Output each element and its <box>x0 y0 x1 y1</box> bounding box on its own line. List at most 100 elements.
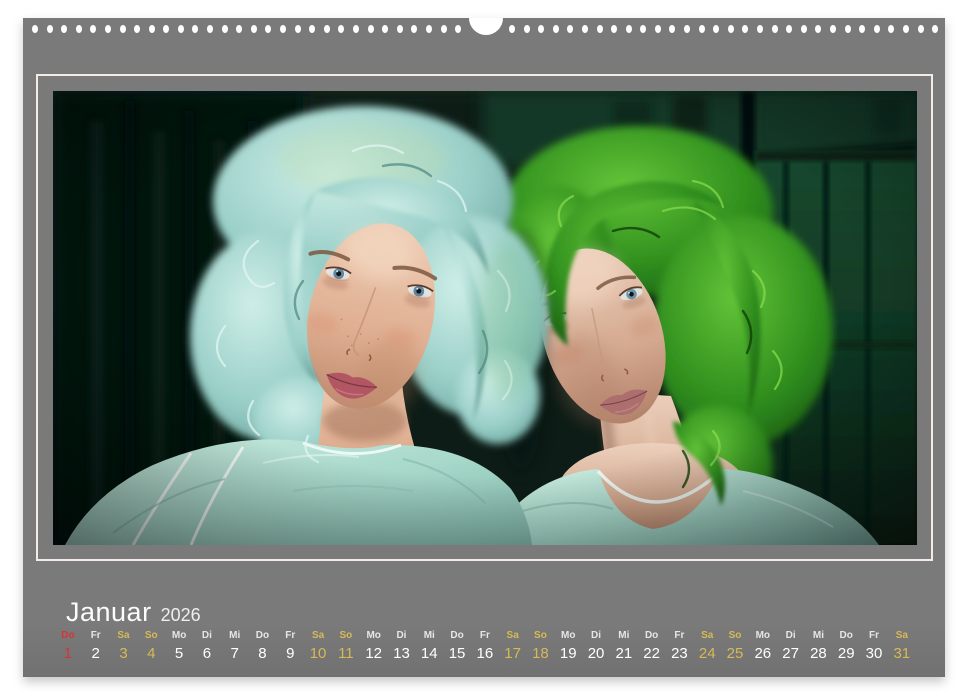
weekday-abbr: Mi <box>610 629 638 642</box>
day-number: 1 <box>54 645 82 663</box>
day-number: 21 <box>610 645 638 663</box>
weekday-abbr: Di <box>777 629 805 642</box>
binding-hole <box>757 25 763 33</box>
binding-hole <box>874 25 880 33</box>
weekday-abbr: Do <box>249 629 277 642</box>
calendar-day: Sa 3 <box>110 629 138 663</box>
calendar-day: Sa31 <box>888 629 916 663</box>
weekday-abbr: Fr <box>276 629 304 642</box>
binding-hole <box>192 25 198 33</box>
month-name: Januar <box>66 597 152 627</box>
weekday-abbr: Fr <box>471 629 499 642</box>
day-number: 12 <box>360 645 388 663</box>
binding-hole <box>338 25 344 33</box>
binding-hole <box>859 25 865 33</box>
binding-hole <box>699 25 705 33</box>
binding-hole <box>626 25 632 33</box>
binding-hole <box>742 25 748 33</box>
weekday-abbr: Sa <box>888 629 916 642</box>
calendar-day: Mo5 <box>165 629 193 663</box>
binding-hole <box>669 25 675 33</box>
binding-hole <box>582 25 588 33</box>
binding-hole <box>295 25 301 33</box>
day-number: 30 <box>860 645 888 663</box>
binding-hole <box>61 25 67 33</box>
binding-hole <box>918 25 924 33</box>
calendar-day: Mi28 <box>805 629 833 663</box>
weekday-abbr: Fr <box>860 629 888 642</box>
binding-hole <box>353 25 359 33</box>
binding-hole <box>236 25 242 33</box>
binding-hole <box>728 25 734 33</box>
calendar-day: Fr2 <box>82 629 110 663</box>
binding-hole <box>455 25 461 33</box>
day-number: 24 <box>693 645 721 663</box>
binding-hole <box>441 25 447 33</box>
day-number: 2 <box>82 645 110 663</box>
day-number: 20 <box>582 645 610 663</box>
binding-hole <box>509 25 515 33</box>
binding-hole <box>280 25 286 33</box>
day-number: 19 <box>554 645 582 663</box>
binding-hole <box>932 25 938 33</box>
binding-hole <box>553 25 559 33</box>
binding-hole <box>134 25 140 33</box>
binding-hole <box>567 25 573 33</box>
calendar-page: Januar2026 Do1Fr2Sa3So4Mo5Di6Mi7Do8Fr9Sa… <box>23 18 945 677</box>
binding-hole <box>786 25 792 33</box>
calendar-day: Mo19 <box>554 629 582 663</box>
day-number: 18 <box>527 645 555 663</box>
photo <box>53 91 917 545</box>
binding-hole <box>524 25 530 33</box>
day-number: 26 <box>749 645 777 663</box>
weekday-abbr: Di <box>193 629 221 642</box>
weekday-abbr: Di <box>388 629 416 642</box>
calendar-day: Do15 <box>443 629 471 663</box>
calendar-day: So25 <box>721 629 749 663</box>
month-title: Januar2026 <box>66 597 201 627</box>
calendar-day: Do 8 <box>249 629 277 663</box>
day-number: 6 <box>193 645 221 663</box>
day-number: 17 <box>499 645 527 663</box>
binding-hole <box>772 25 778 33</box>
weekday-abbr: Do <box>832 629 860 642</box>
binding-hole <box>368 25 374 33</box>
binding-hole <box>222 25 228 33</box>
day-number: 29 <box>832 645 860 663</box>
calendar-day: Mi7 <box>221 629 249 663</box>
day-number: 23 <box>666 645 694 663</box>
binding-hole <box>903 25 909 33</box>
weekday-abbr: Do <box>54 629 82 642</box>
binding-hole <box>611 25 617 33</box>
day-number: 28 <box>805 645 833 663</box>
day-number: 22 <box>638 645 666 663</box>
calendar-day: Di 27 <box>777 629 805 663</box>
weekday-abbr: Mi <box>221 629 249 642</box>
binding-hole <box>640 25 646 33</box>
binding-hole <box>888 25 894 33</box>
day-number: 10 <box>304 645 332 663</box>
binding-hole <box>149 25 155 33</box>
day-number: 8 <box>249 645 277 663</box>
calendar-day: Fr9 <box>276 629 304 663</box>
binding-hole <box>265 25 271 33</box>
day-number: 3 <box>110 645 138 663</box>
weekday-abbr: Do <box>638 629 666 642</box>
binding-hole <box>32 25 38 33</box>
calendar-day: Fr 30 <box>860 629 888 663</box>
calendar-day: So 4 <box>137 629 165 663</box>
calendar-day: So11 <box>332 629 360 663</box>
date-row: Do1Fr2Sa3So4Mo5Di6Mi7Do8Fr9Sa10So11Mo12D… <box>54 629 916 663</box>
day-number: 16 <box>471 645 499 663</box>
day-number: 25 <box>721 645 749 663</box>
binding-hole <box>397 25 403 33</box>
binding-hole <box>655 25 661 33</box>
calendar-day: Do 1 <box>54 629 82 663</box>
day-number: 27 <box>777 645 805 663</box>
weekday-abbr: So <box>137 629 165 642</box>
weekday-abbr: Sa <box>693 629 721 642</box>
calendar-day: Fr 16 <box>471 629 499 663</box>
day-number: 4 <box>137 645 165 663</box>
weekday-abbr: Sa <box>110 629 138 642</box>
weekday-abbr: So <box>527 629 555 642</box>
